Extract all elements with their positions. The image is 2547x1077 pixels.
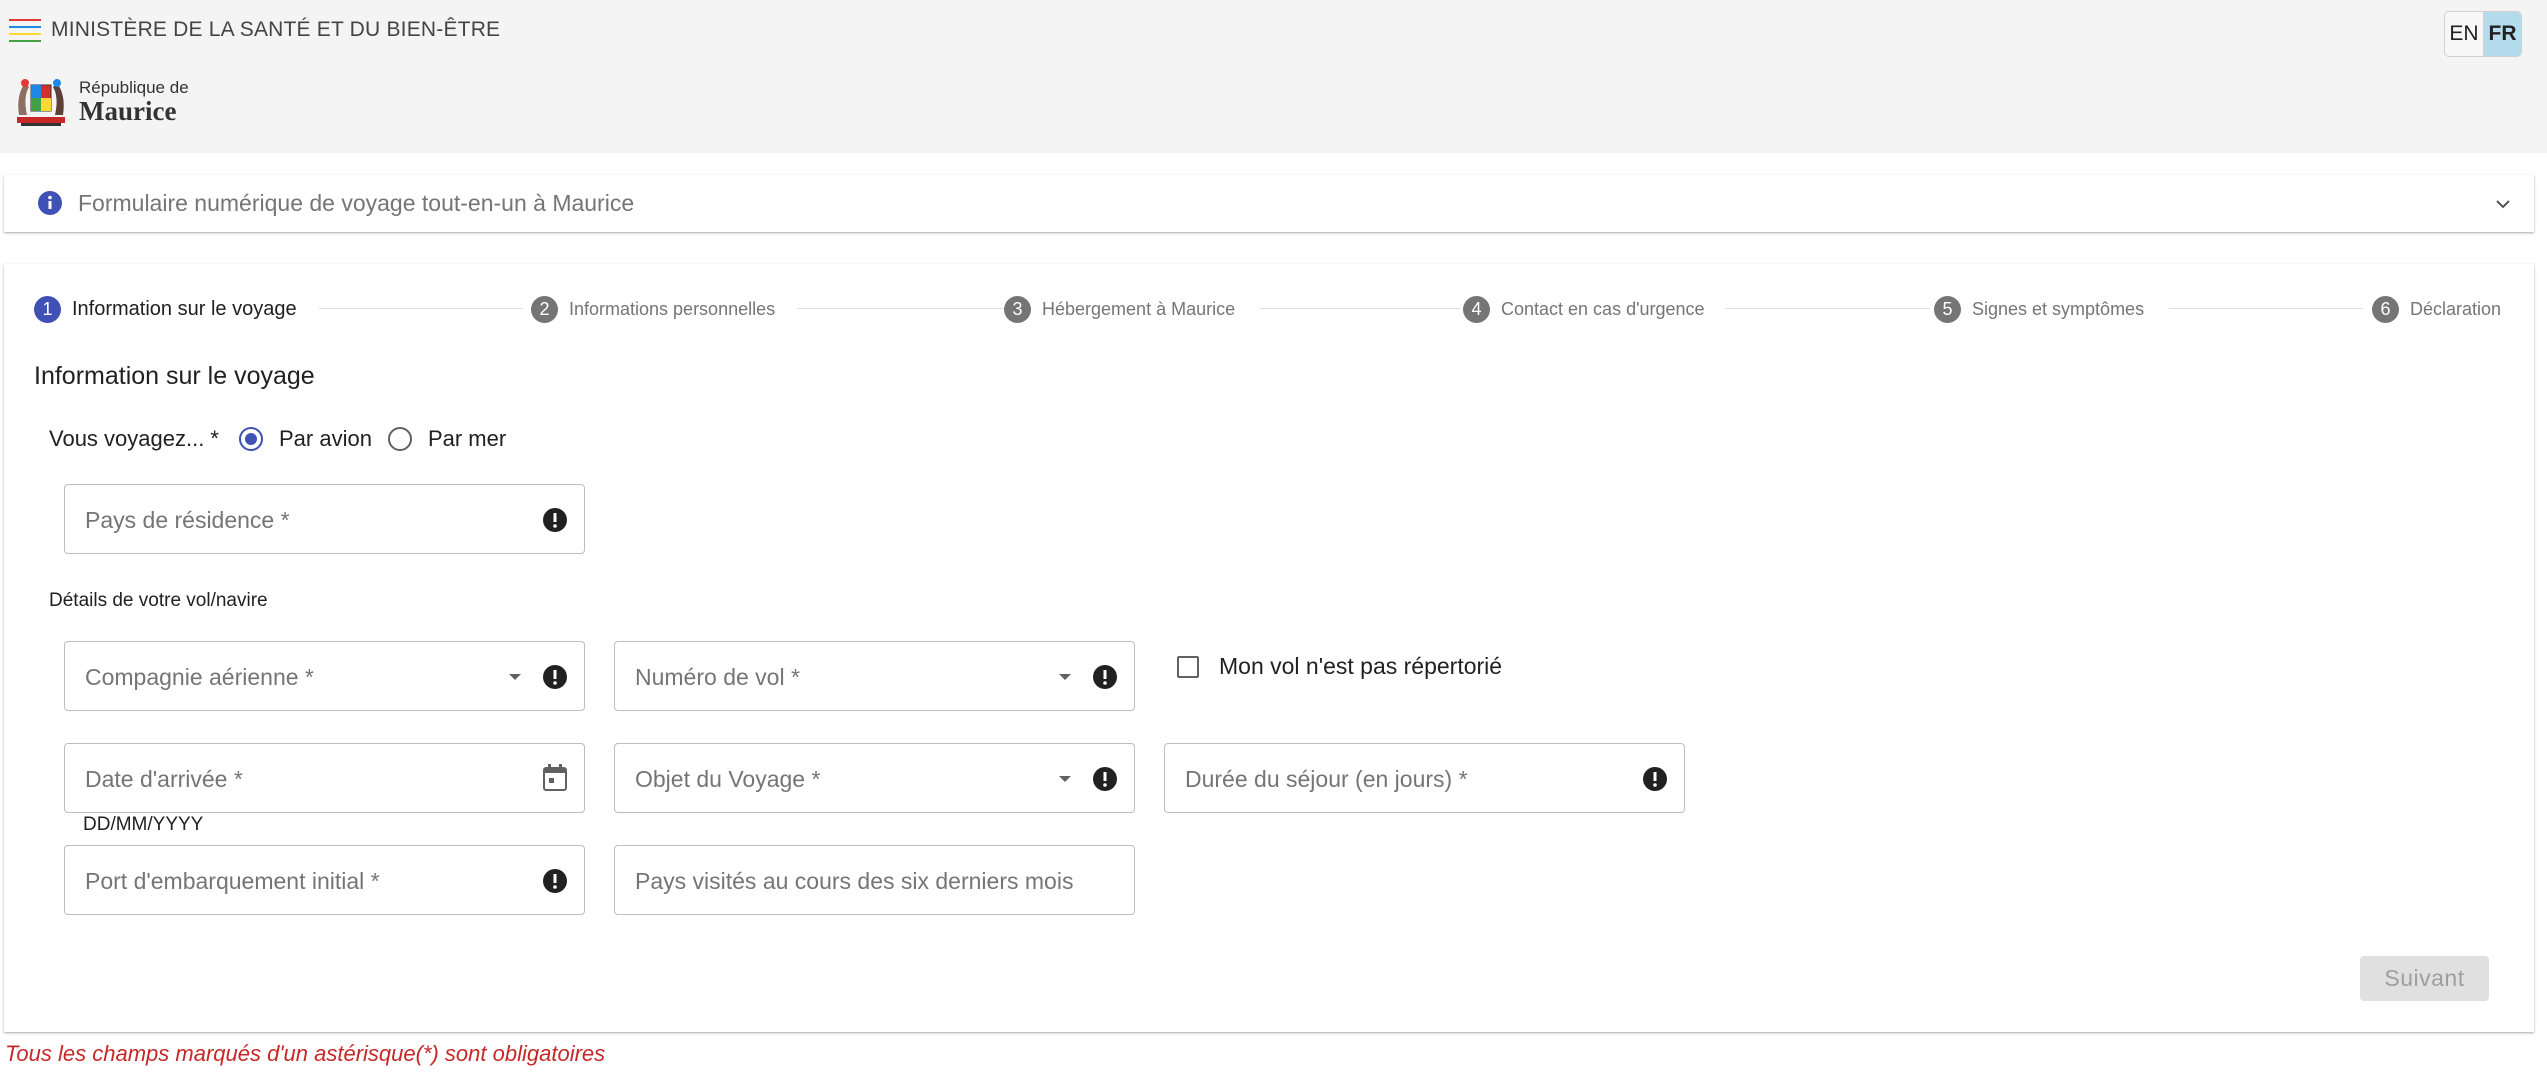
field-placeholder: Date d'arrivée *	[85, 766, 243, 792]
field-placeholder: Objet du Voyage *	[635, 766, 821, 792]
step-label: Informations personnelles	[569, 298, 776, 319]
travel-mode-group: Vous voyagez... * Par avion Par mer	[49, 424, 506, 454]
step-2[interactable]: 2 Informations personnelles	[531, 295, 775, 323]
travel-mode-label: Vous voyagez... *	[49, 426, 219, 451]
flight-not-listed-checkbox[interactable]	[1177, 655, 1199, 678]
step-number: 2	[531, 295, 558, 323]
dropdown-arrow-icon	[1059, 674, 1071, 680]
port-of-embarkation-field[interactable]: Port d'embarquement initial *	[64, 845, 585, 915]
step-connector	[319, 308, 523, 309]
flight-not-listed-label[interactable]: Mon vol n'est pas répertorié	[1219, 653, 1502, 680]
field-placeholder: Durée du séjour (en jours) *	[1185, 766, 1468, 792]
lang-en-button[interactable]: EN	[2445, 12, 2483, 56]
coat-of-arms-icon	[17, 79, 65, 126]
step-5[interactable]: 5 Signes et symptômes	[1934, 295, 2144, 323]
logo-line2: Maurice	[79, 96, 177, 126]
flight-not-listed-checkbox-row[interactable]: Mon vol n'est pas répertorié	[1177, 653, 1502, 680]
info-accordion[interactable]: Formulaire numérique de voyage tout-en-u…	[4, 175, 2534, 232]
step-1[interactable]: 1 Information sur le voyage	[34, 295, 297, 323]
field-placeholder: Pays visités au cours des six derniers m…	[635, 868, 1074, 894]
chevron-down-icon[interactable]	[2491, 192, 2515, 216]
logo-line1: République de	[79, 78, 189, 97]
calendar-icon[interactable]	[542, 764, 568, 792]
flight-details-label: Détails de votre vol/navire	[49, 590, 268, 611]
airline-select[interactable]: Compagnie aérienne *	[64, 641, 585, 711]
step-connector	[1260, 308, 1460, 309]
error-icon	[1643, 767, 1667, 791]
lang-fr-button[interactable]: FR	[2483, 12, 2521, 56]
step-label: Signes et symptômes	[1972, 298, 2145, 319]
radio-by-sea-label[interactable]: Par mer	[428, 426, 506, 452]
menu-icon[interactable]	[9, 19, 41, 43]
republic-logo: République de Maurice	[11, 75, 189, 129]
field-placeholder: Compagnie aérienne *	[85, 664, 314, 690]
section-title: Information sur le voyage	[34, 362, 315, 390]
flight-number-select[interactable]: Numéro de vol *	[614, 641, 1135, 711]
radio-by-air-label[interactable]: Par avion	[279, 426, 372, 452]
purpose-of-travel-select[interactable]: Objet du Voyage *	[614, 743, 1135, 813]
step-label: Déclaration	[2410, 298, 2502, 319]
step-connector	[1725, 308, 1930, 309]
info-icon	[38, 191, 62, 215]
error-icon	[1093, 665, 1117, 689]
field-placeholder: Port d'embarquement initial *	[85, 868, 380, 894]
step-number: 1	[34, 295, 61, 323]
step-label: Contact en cas d'urgence	[1501, 298, 1705, 319]
field-placeholder: Numéro de vol *	[635, 664, 800, 690]
step-label: Information sur le voyage	[72, 297, 297, 320]
date-format-hint: DD/MM/YYYY	[83, 814, 204, 835]
step-number: 3	[1004, 295, 1031, 323]
step-connector	[797, 308, 1004, 309]
required-fields-note: Tous les champs marqués d'un astérisque(…	[5, 1041, 606, 1066]
stay-duration-field[interactable]: Durée du séjour (en jours) *	[1164, 743, 1685, 813]
step-3[interactable]: 3 Hébergement à Maurice	[1004, 295, 1235, 323]
error-icon	[543, 869, 567, 893]
language-switcher: EN FR	[2444, 11, 2522, 57]
error-icon	[543, 665, 567, 689]
accordion-title: Formulaire numérique de voyage tout-en-u…	[78, 190, 635, 216]
ministry-title: MINISTÈRE DE LA SANTÉ ET DU BIEN-ÊTRE	[51, 18, 501, 41]
step-number: 6	[2372, 295, 2399, 323]
radio-by-air[interactable]	[239, 427, 263, 451]
error-icon	[1093, 767, 1117, 791]
countries-visited-field[interactable]: Pays visités au cours des six derniers m…	[614, 845, 1135, 915]
step-6[interactable]: 6 Déclaration	[2372, 295, 2501, 323]
country-of-residence-field[interactable]: Pays de résidence *	[64, 484, 585, 554]
next-button[interactable]: Suivant	[2360, 956, 2489, 1001]
radio-by-sea[interactable]	[387, 427, 412, 451]
dropdown-arrow-icon	[509, 674, 521, 680]
step-4[interactable]: 4 Contact en cas d'urgence	[1463, 295, 1705, 323]
arrival-date-field[interactable]: Date d'arrivée *	[64, 743, 585, 813]
form-card: 1 Information sur le voyage 2 Informatio…	[4, 264, 2534, 1032]
app-header: MINISTÈRE DE LA SANTÉ ET DU BIEN-ÊTRE Ré…	[0, 0, 2547, 153]
stepper: 1 Information sur le voyage 2 Informatio…	[4, 264, 2534, 354]
field-placeholder: Pays de résidence *	[85, 507, 290, 533]
step-number: 5	[1934, 295, 1961, 323]
dropdown-arrow-icon	[1059, 776, 1071, 782]
step-label: Hébergement à Maurice	[1042, 298, 1236, 319]
step-number: 4	[1463, 295, 1490, 323]
step-connector	[2169, 308, 2363, 309]
error-icon	[543, 508, 567, 532]
